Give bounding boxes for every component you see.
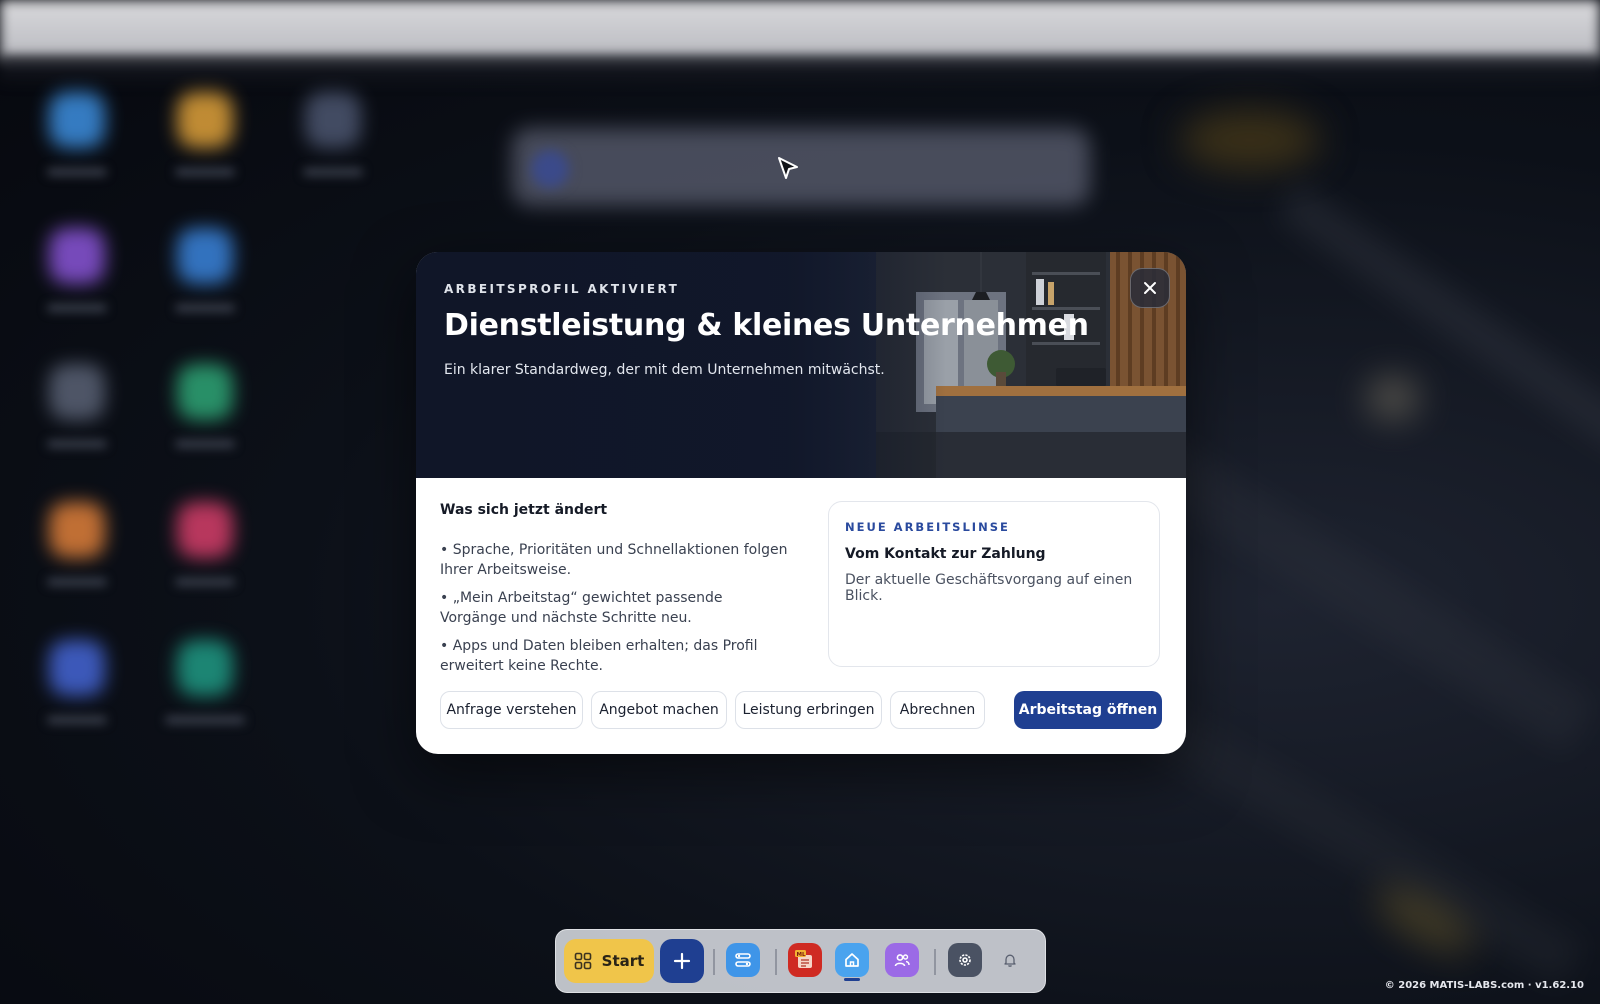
notifications-button[interactable] (993, 943, 1027, 977)
workflow-icon (735, 953, 751, 967)
blurred-app-icon (49, 364, 105, 420)
active-app-indicator (844, 978, 860, 981)
step-chip-angebot-machen[interactable]: Angebot machen (591, 691, 727, 729)
dialog-actions: Anfrage verstehen Angebot machen Leistun… (440, 691, 1162, 729)
copyright-version: © 2026 MATIS-LABS.com · v1.62.10 (1384, 980, 1584, 991)
workflow-app-button[interactable] (726, 943, 760, 977)
blurred-app-icon (177, 364, 233, 420)
changes-item: • Apps und Daten bleiben erhalten; das P… (440, 638, 758, 674)
taskbar-dock: Start ML (555, 929, 1046, 993)
ml-app-icon: ML (795, 950, 812, 968)
dialog-eyebrow: ARBEITSPROFIL AKTIVIERT (444, 282, 680, 296)
changes-item: • Sprache, Prioritäten und Schnellaktion… (440, 542, 788, 578)
blurred-top-bar (0, 0, 1600, 60)
step-chip-abrechnen[interactable]: Abrechnen (890, 691, 985, 729)
profile-activated-dialog: ARBEITSPROFIL AKTIVIERT Dienstleistung &… (416, 252, 1186, 754)
people-icon (894, 954, 910, 967)
ml-app-button[interactable]: ML (788, 943, 822, 977)
settings-icon (959, 954, 971, 966)
grid-icon (574, 952, 591, 970)
blurred-app-icon (177, 228, 233, 284)
step-chip-anfrage-verstehen[interactable]: Anfrage verstehen (440, 691, 583, 729)
blurred-app-icon (49, 92, 105, 148)
lens-eyebrow: NEUE ARBEITSLINSE (845, 520, 1010, 534)
close-icon (1144, 282, 1156, 294)
start-label: Start (601, 952, 645, 970)
mouse-cursor-icon (778, 157, 798, 179)
settings-button[interactable] (948, 943, 982, 977)
blurred-app-icon (305, 92, 361, 148)
home-icon (845, 953, 859, 967)
dialog-hero: ARBEITSPROFIL AKTIVIERT Dienstleistung &… (416, 252, 1186, 478)
start-button[interactable]: Start (564, 939, 654, 983)
dock-separator (934, 949, 936, 975)
home-app-button[interactable] (835, 943, 869, 977)
open-workday-button[interactable]: Arbeitstag öffnen (1014, 691, 1162, 729)
dock-separator (775, 949, 777, 975)
dock-separator (713, 949, 715, 975)
lens-title: Vom Kontakt zur Zahlung (845, 546, 1046, 562)
bell-icon (1004, 954, 1016, 967)
step-chip-leistung-erbringen[interactable]: Leistung erbringen (735, 691, 882, 729)
people-app-button[interactable] (885, 943, 919, 977)
changes-title: Was sich jetzt ändert (440, 502, 608, 518)
blurred-app-icon (177, 640, 233, 696)
dialog-subtitle: Ein klarer Standardweg, der mit dem Unte… (444, 362, 885, 378)
svg-text:ML: ML (797, 952, 806, 958)
dialog-title: Dienstleistung & kleines Unternehmen (444, 308, 1089, 343)
changes-item: • „Mein Arbeitstag“ gewichtet passende V… (440, 590, 723, 626)
lens-description: Der aktuelle Geschäftsvorgang auf einen … (845, 572, 1133, 604)
work-lens-card: NEUE ARBEITSLINSE Vom Kontakt zur Zahlun… (828, 501, 1160, 667)
close-button[interactable] (1130, 268, 1170, 308)
blurred-app-icon (177, 92, 233, 148)
changes-section: Was sich jetzt ändert • Sprache, Priorit… (440, 502, 790, 684)
blurred-app-icon (49, 228, 105, 284)
plus-icon (673, 952, 691, 970)
blurred-app-icon (177, 502, 233, 558)
blurred-search-bar (512, 128, 1090, 206)
blurred-app-icon (49, 640, 105, 696)
create-button[interactable] (660, 939, 704, 983)
blurred-app-icon (49, 502, 105, 558)
